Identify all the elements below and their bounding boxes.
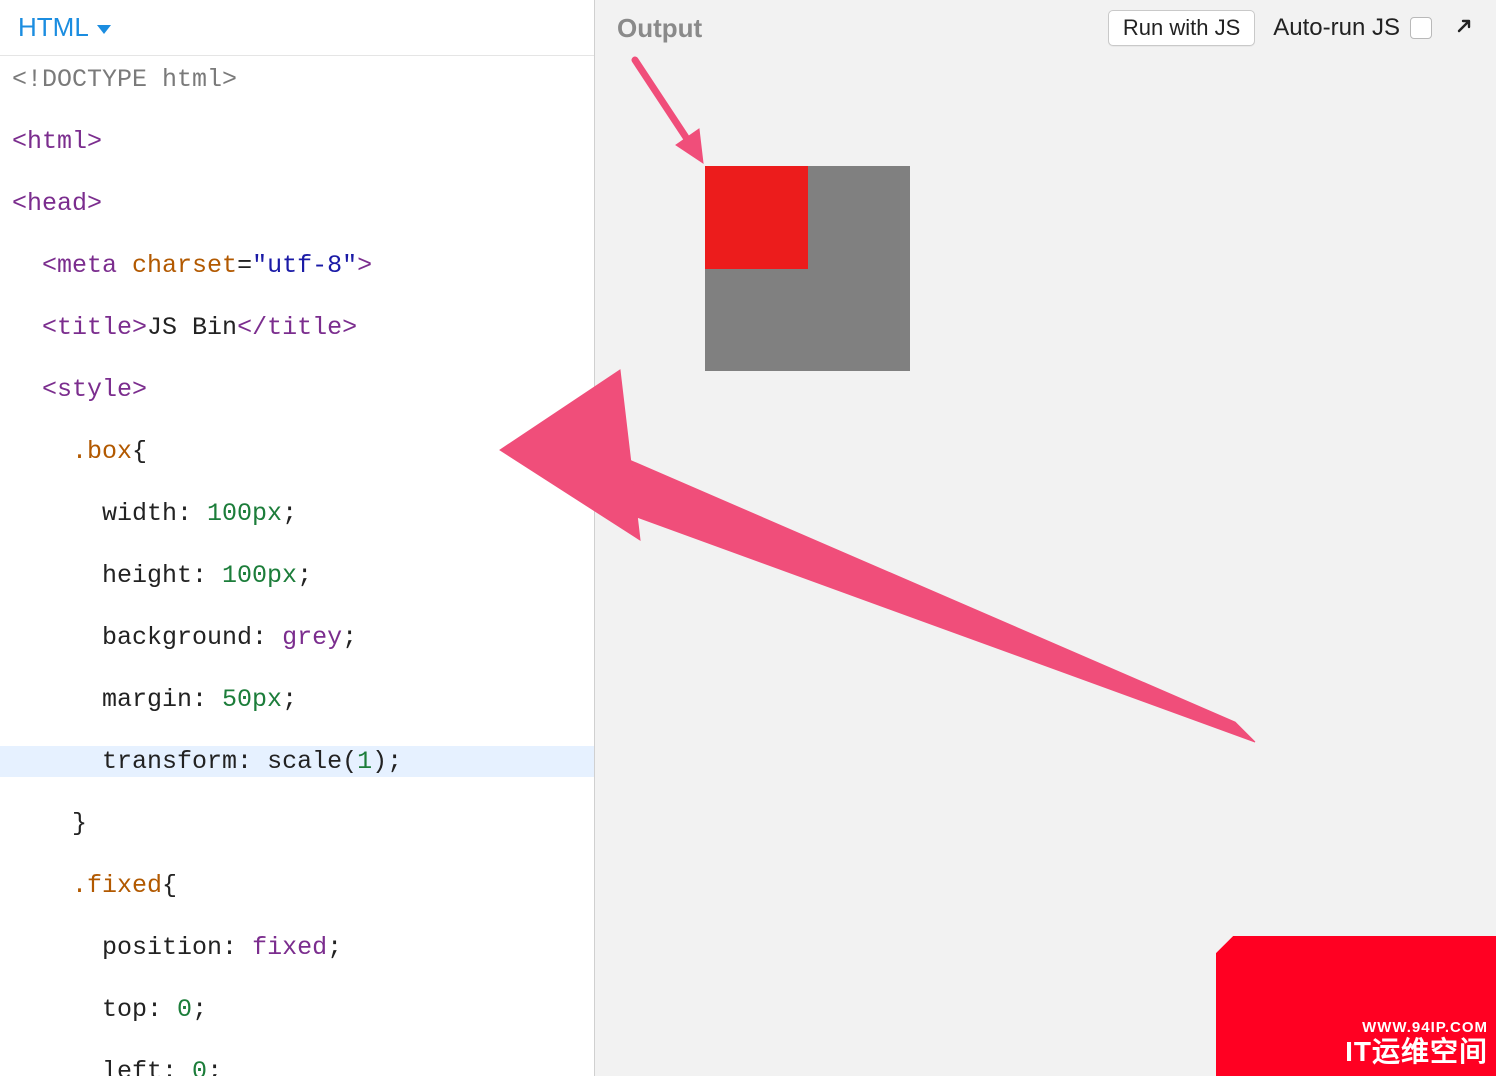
chevron-down-icon <box>97 25 111 34</box>
autorun-label: Auto-run JS <box>1273 14 1400 42</box>
tab-html[interactable]: HTML <box>18 12 111 43</box>
output-title: Output <box>617 13 702 44</box>
autorun-toggle[interactable]: Auto-run JS <box>1273 14 1432 42</box>
expand-icon[interactable] <box>1450 16 1474 40</box>
code-editor[interactable]: <!DOCTYPE html> <html> <head> <meta char… <box>0 56 594 1076</box>
editor-tabs: HTML <box>0 0 594 56</box>
output-render-area <box>595 56 1496 1076</box>
rendered-red-box <box>705 166 808 269</box>
autorun-checkbox[interactable] <box>1410 17 1432 39</box>
output-panel: Output Run with JS Auto-run JS <box>595 0 1496 1076</box>
editor-panel: HTML <!DOCTYPE html> <html> <head> <meta… <box>0 0 595 1076</box>
output-controls: Run with JS Auto-run JS <box>1108 10 1474 46</box>
app-root: HTML <!DOCTYPE html> <html> <head> <meta… <box>0 0 1496 1076</box>
run-with-js-button[interactable]: Run with JS <box>1108 10 1255 46</box>
tab-html-label: HTML <box>18 12 89 43</box>
output-header: Output Run with JS Auto-run JS <box>595 0 1496 56</box>
